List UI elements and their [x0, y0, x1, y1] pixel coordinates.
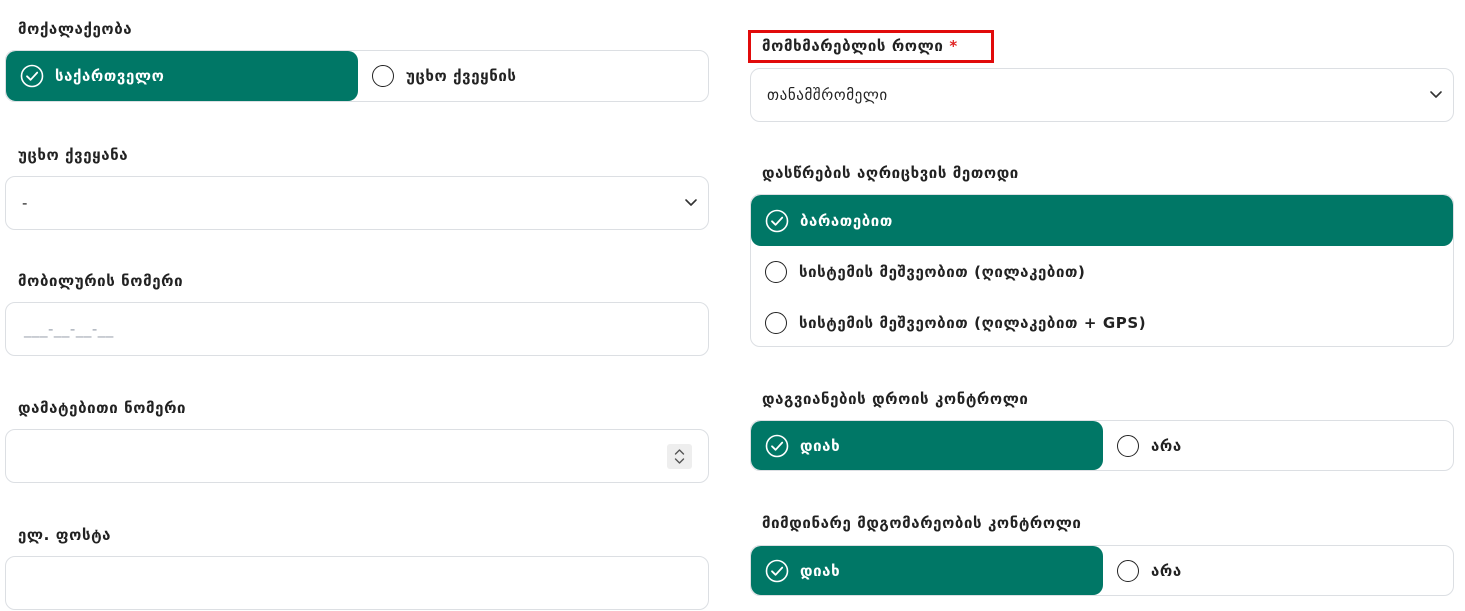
check-circle-icon [765, 209, 789, 232]
attendance-option-label: სისტემის მეშვეობით (ღილაკებით) [799, 262, 1086, 281]
citizenship-option-label: უცხო ქვეყნის [406, 67, 517, 85]
late-control-option-label: დიახ [800, 436, 841, 455]
status-control-label: მიმდინარე მდგომარეობის კონტროლი [762, 514, 1082, 532]
status-control-option-no[interactable]: არა [1103, 546, 1453, 595]
radio-empty-icon [1117, 434, 1139, 457]
user-role-select[interactable]: თანამშრომელი [750, 68, 1454, 122]
email-input[interactable] [5, 556, 709, 610]
required-mark: * [949, 37, 958, 55]
attendance-method-options: ბარათებით სისტემის მეშვეობით (ღილაკებით)… [750, 194, 1454, 347]
status-control-option-label: დიახ [800, 561, 841, 580]
citizenship-option-foreign[interactable]: უცხო ქვეყნის [358, 51, 708, 101]
attendance-option-buttons-gps[interactable]: სისტემის მეშვეობით (ღილაკებით + GPS) [751, 297, 1453, 346]
radio-empty-icon [765, 260, 787, 283]
citizenship-option-label: საქართველო [55, 67, 165, 85]
mobile-number-placeholder: ___-__-__-__ [24, 320, 114, 338]
late-control-option-label: არა [1151, 436, 1182, 455]
check-circle-icon [765, 559, 789, 582]
status-control-segmented: დიახ არა [750, 545, 1454, 596]
user-role-label: მომხმარებლის როლი * [762, 37, 958, 55]
attendance-option-buttons[interactable]: სისტემის მეშვეობით (ღილაკებით) [751, 246, 1453, 297]
foreign-country-value: - [22, 194, 29, 212]
status-control-option-yes[interactable]: დიახ [751, 546, 1103, 595]
email-label: ელ. ფოსტა [18, 526, 112, 544]
radio-empty-icon [372, 65, 394, 87]
status-control-option-label: არა [1151, 561, 1182, 580]
mobile-number-input[interactable]: ___-__-__-__ [5, 302, 709, 356]
late-control-option-yes[interactable]: დიახ [751, 421, 1103, 470]
check-circle-icon [20, 64, 44, 88]
citizenship-label: მოქალაქეობა [18, 20, 133, 38]
citizenship-segmented: საქართველო უცხო ქვეყნის [5, 50, 709, 102]
radio-empty-icon [1117, 559, 1139, 582]
extra-number-input[interactable] [5, 429, 709, 483]
extra-number-label: დამატებითი ნომერი [18, 399, 187, 417]
foreign-country-select[interactable]: - [5, 176, 709, 230]
attendance-option-label: ბარათებით [800, 211, 893, 230]
radio-empty-icon [765, 311, 787, 334]
check-circle-icon [765, 434, 789, 457]
attendance-option-label: სისტემის მეშვეობით (ღილაკებით + GPS) [799, 313, 1147, 332]
attendance-method-label: დასწრების აღრიცხვის მეთოდი [762, 164, 1019, 182]
attendance-option-cards[interactable]: ბარათებით [751, 195, 1453, 246]
mobile-number-label: მობილურის ნომერი [18, 272, 184, 290]
user-role-value: თანამშრომელი [767, 86, 888, 104]
late-control-label: დაგვიანების დროის კონტროლი [762, 390, 1029, 408]
late-control-option-no[interactable]: არა [1103, 421, 1453, 470]
late-control-segmented: დიახ არა [750, 420, 1454, 471]
chevron-down-icon [1430, 91, 1442, 98]
user-role-label-text: მომხმარებლის როლი [762, 37, 944, 55]
chevron-down-icon [685, 199, 697, 206]
foreign-country-label: უცხო ქვეყანა [18, 146, 129, 164]
stepper-icon[interactable] [667, 444, 692, 469]
citizenship-option-georgia[interactable]: საქართველო [6, 51, 358, 101]
